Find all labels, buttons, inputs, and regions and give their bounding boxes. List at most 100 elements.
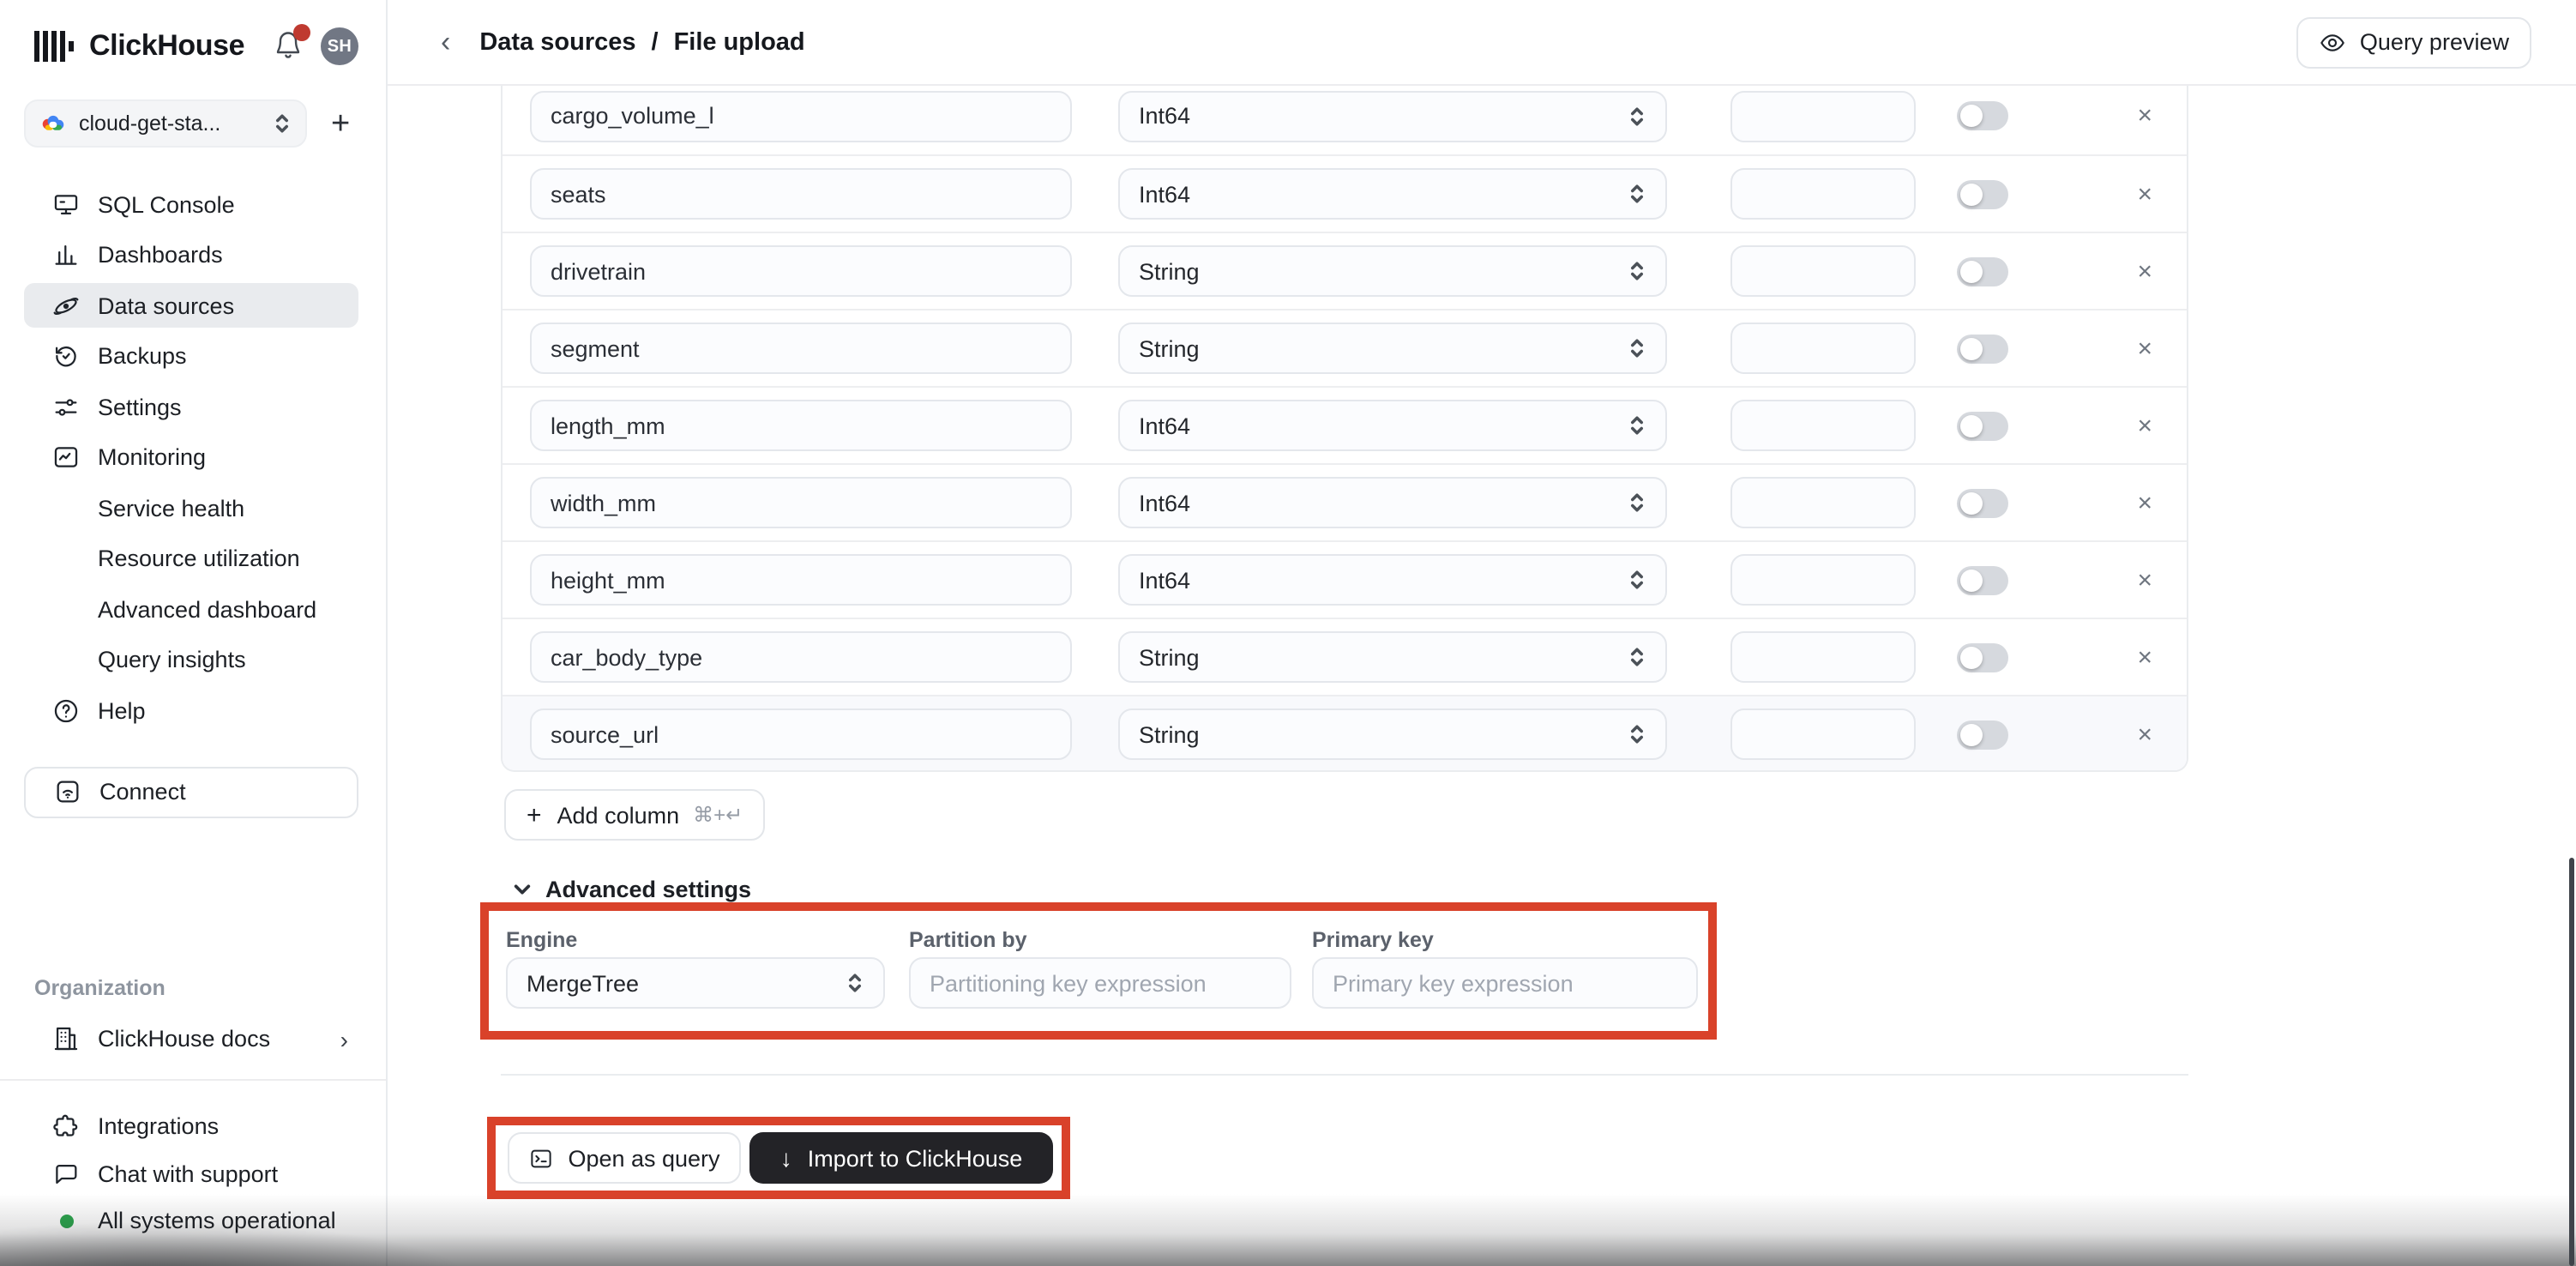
remove-column-button[interactable]: × (2134, 99, 2156, 132)
default-value-input[interactable] (1730, 708, 1916, 760)
column-type-select[interactable]: Int64 (1118, 554, 1667, 606)
default-value-input[interactable] (1730, 323, 1916, 374)
column-type-select[interactable]: Int64 (1118, 90, 1667, 142)
open-as-query-button[interactable]: Open as query (508, 1132, 741, 1184)
engine-select[interactable]: MergeTree (506, 957, 885, 1009)
nullable-toggle[interactable] (1957, 642, 2008, 672)
sidebar-item-service-health[interactable]: Service health (24, 485, 358, 530)
column-type-select[interactable]: String (1118, 245, 1667, 297)
eye-icon (2319, 28, 2346, 56)
remove-column-button[interactable]: × (2134, 178, 2156, 210)
sidebar-item-query-insights[interactable]: Query insights (24, 637, 358, 682)
column-type-value: String (1139, 335, 1628, 361)
sidebar-item-monitoring[interactable]: Monitoring (24, 435, 358, 479)
sidebar-item-chat-with-support[interactable]: Chat with support (24, 1151, 358, 1196)
chevron-updown-icon (1628, 182, 1646, 206)
scrollbar-thumb[interactable] (2569, 858, 2574, 1266)
remove-column-button[interactable]: × (2134, 564, 2156, 596)
column-name-input[interactable] (530, 323, 1072, 374)
nullable-toggle[interactable] (1957, 720, 2008, 749)
connect-icon (53, 777, 82, 806)
default-value-input[interactable] (1730, 90, 1916, 142)
column-type-select[interactable]: String (1118, 323, 1667, 374)
advanced-settings-toggle[interactable]: Advanced settings (513, 875, 2576, 902)
open-as-query-label: Open as query (568, 1145, 719, 1171)
column-name-input[interactable] (530, 477, 1072, 528)
remove-column-button[interactable]: × (2134, 332, 2156, 365)
column-type-select[interactable]: String (1118, 631, 1667, 683)
sidebar-item-resource-utilization[interactable]: Resource utilization (24, 536, 358, 581)
nullable-toggle[interactable] (1957, 565, 2008, 594)
sidebar-item-sql-console[interactable]: SQL Console (24, 182, 358, 226)
avatar[interactable]: SH (321, 27, 358, 65)
plus-icon: + (527, 800, 542, 829)
connect-button[interactable]: Connect (24, 766, 358, 817)
sidebar-item-dashboards[interactable]: Dashboards (24, 232, 358, 277)
column-type-select[interactable]: Int64 (1118, 477, 1667, 528)
nullable-toggle[interactable] (1957, 101, 2008, 130)
sidebar-item-integrations[interactable]: Integrations (24, 1104, 358, 1148)
annotation-box-actions: Open as query ↓ Import to ClickHouse (487, 1117, 1070, 1199)
breadcrumb-separator: / (652, 28, 659, 56)
default-value-input[interactable] (1730, 245, 1916, 297)
nullable-toggle[interactable] (1957, 179, 2008, 208)
default-value-input[interactable] (1730, 400, 1916, 451)
sidebar-item-advanced-dashboard[interactable]: Advanced dashboard (24, 587, 358, 631)
column-type-value: Int64 (1139, 181, 1628, 207)
remove-column-button[interactable]: × (2134, 718, 2156, 751)
nullable-toggle[interactable] (1957, 334, 2008, 363)
column-name-input[interactable] (530, 400, 1072, 451)
sidebar-item-settings[interactable]: Settings (24, 384, 358, 429)
default-value-input[interactable] (1730, 631, 1916, 683)
back-chevron-icon[interactable]: ‹ (441, 27, 450, 57)
toggle-knob (1960, 337, 1983, 359)
default-value-input[interactable] (1730, 554, 1916, 606)
nullable-toggle[interactable] (1957, 411, 2008, 440)
column-name-input[interactable] (530, 90, 1072, 142)
remove-column-button[interactable]: × (2134, 641, 2156, 673)
remove-column-button[interactable]: × (2134, 486, 2156, 519)
chevron-updown-icon (1628, 645, 1646, 669)
column-type-value: String (1139, 644, 1628, 670)
service-selector-label: cloud-get-sta... (79, 112, 273, 136)
sidebar-item-data-sources[interactable]: Data sources (24, 283, 358, 328)
partition-by-input[interactable] (909, 957, 1291, 1009)
column-name-input[interactable] (530, 245, 1072, 297)
sidebar-item-label: Data sources (98, 292, 234, 318)
column-name-input[interactable] (530, 554, 1072, 606)
advanced-settings-label: Advanced settings (545, 876, 751, 901)
app-title: ClickHouse (89, 29, 244, 63)
sidebar-item-clickhouse-docs[interactable]: ClickHouse docs › (24, 1016, 358, 1061)
data-sources-icon (51, 291, 81, 320)
add-service-button[interactable]: + (331, 107, 350, 140)
column-type-select[interactable]: String (1118, 708, 1667, 760)
notifications-bell-icon[interactable] (273, 29, 307, 63)
default-value-input[interactable] (1730, 168, 1916, 220)
column-type-select[interactable]: Int64 (1118, 168, 1667, 220)
add-column-button[interactable]: + Add column ⌘+↵ (504, 789, 765, 841)
service-selector[interactable]: cloud-get-sta... (24, 99, 307, 148)
column-name-input[interactable] (530, 708, 1072, 760)
nullable-toggle[interactable] (1957, 256, 2008, 286)
import-to-clickhouse-button[interactable]: ↓ Import to ClickHouse (749, 1132, 1053, 1184)
primary-key-input[interactable] (1312, 957, 1698, 1009)
chevron-updown-icon (273, 112, 292, 136)
backups-icon (51, 341, 81, 371)
default-value-input[interactable] (1730, 477, 1916, 528)
toggle-knob (1960, 569, 1983, 591)
column-name-input[interactable] (530, 168, 1072, 220)
nullable-toggle[interactable] (1957, 488, 2008, 517)
remove-column-button[interactable]: × (2134, 255, 2156, 287)
sidebar-item-backups[interactable]: Backups (24, 334, 358, 378)
query-preview-button[interactable]: Query preview (2296, 16, 2531, 68)
sidebar-item-all-systems-operational[interactable]: All systems operational (24, 1198, 358, 1243)
chevron-updown-icon (1628, 722, 1646, 746)
sidebar-item-help[interactable]: Help (24, 688, 358, 732)
add-column-shortcut: ⌘+↵ (693, 803, 743, 827)
breadcrumb-data-sources[interactable]: Data sources (479, 28, 635, 56)
column-name-input[interactable] (530, 631, 1072, 683)
table-row: Int64 × (503, 86, 2187, 154)
toggle-knob (1960, 105, 1983, 127)
remove-column-button[interactable]: × (2134, 409, 2156, 442)
column-type-select[interactable]: Int64 (1118, 400, 1667, 451)
